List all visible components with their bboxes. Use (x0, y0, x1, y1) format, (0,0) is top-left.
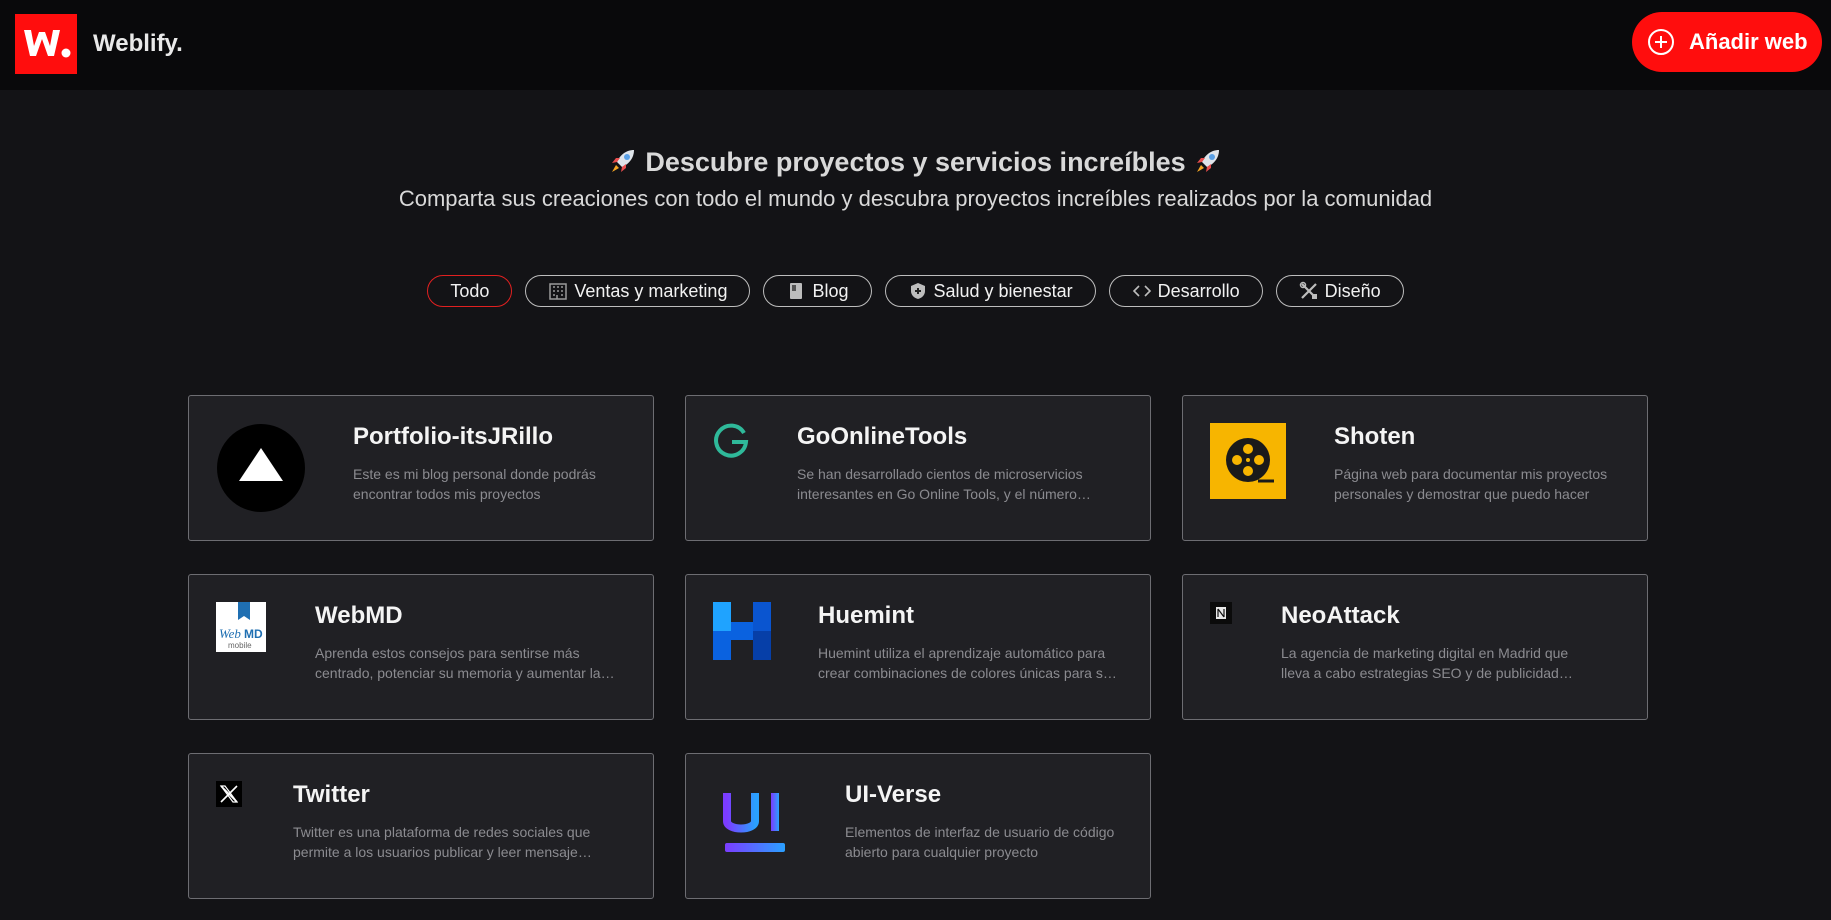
huemint-logo-icon (713, 602, 771, 665)
card-title: GoOnlineTools (797, 423, 968, 450)
film-reel-logo-icon (1210, 423, 1286, 504)
x-logo-icon (216, 781, 242, 812)
code-icon (1132, 285, 1151, 297)
neoattack-logo-icon (1210, 602, 1232, 629)
goonlinetools-logo-icon (713, 423, 751, 466)
card-title: WebMD (315, 602, 403, 629)
hero-title-text: Descubre proyectos y servicios increíble… (645, 147, 1186, 177)
add-web-button[interactable]: Añadir web (1632, 12, 1822, 72)
filter-ventas-marketing[interactable]: Ventas y marketing (525, 275, 751, 307)
project-card-shoten[interactable]: Shoten Página web para documentar mis pr… (1182, 395, 1648, 541)
category-filters: Todo Ventas y marketing Blog Salud y bie… (0, 275, 1831, 307)
filter-label: Todo (450, 280, 490, 301)
shield-plus-icon (910, 283, 925, 299)
building-icon (549, 283, 568, 300)
card-description: Este es mi blog personal donde podrás en… (353, 466, 596, 502)
top-header: Weblify. Añadir web (0, 0, 1831, 90)
card-title: Twitter (293, 781, 370, 808)
project-card-ui-verse[interactable]: UI-Verse Elementos de interfaz de usuari… (685, 753, 1151, 899)
add-web-label: Añadir web (1689, 29, 1808, 54)
uiverse-logo-icon (723, 791, 787, 860)
card-title: Shoten (1334, 423, 1416, 450)
card-title: UI-Verse (845, 781, 942, 808)
filter-todo[interactable]: Todo (427, 275, 513, 307)
weblify-logo-mark (24, 30, 71, 58)
filter-label: Salud y bienestar (933, 280, 1073, 301)
weblify-logo[interactable] (15, 14, 77, 74)
svg-text:mobile: mobile (228, 641, 252, 650)
filter-label: Ventas y marketing (574, 280, 728, 301)
project-card-neoattack[interactable]: NeoAttack La agencia de marketing digita… (1182, 574, 1648, 720)
filter-label: Desarrollo (1157, 280, 1240, 301)
filter-label: Diseño (1324, 280, 1381, 301)
rocket-icon (1197, 150, 1220, 172)
card-title: Portfolio-itsJRillo (353, 423, 553, 450)
card-description: Aprenda estos consejos para sentirse más… (315, 645, 601, 681)
card-description: Página web para documentar mis proyectos… (1334, 466, 1608, 502)
plus-circle-icon (1648, 29, 1674, 55)
brand-name[interactable]: Weblify. (93, 30, 183, 58)
filter-salud-bienestar[interactable]: Salud y bienestar (884, 275, 1096, 307)
project-card-webmd[interactable]: Web MD mobile WebMD Aprenda estos consej… (188, 574, 654, 720)
project-card-goonlinetools[interactable]: GoOnlineTools Se han desarrollado ciento… (685, 395, 1151, 541)
project-card-huemint[interactable]: Huemint Huemint utiliza el aprendizaje a… (685, 574, 1151, 720)
svg-text:MD: MD (244, 627, 263, 641)
card-description: Huemint utiliza el aprendizaje automátic… (818, 645, 1111, 681)
hero-title: Descubre proyectos y servicios increíble… (0, 146, 1831, 178)
book-icon (790, 283, 803, 299)
card-title: NeoAttack (1281, 602, 1400, 629)
hero-subtitle: Comparta sus creaciones con todo el mund… (398, 186, 1433, 211)
project-card-portfolio-itsjrillo[interactable]: Portfolio-itsJRillo Este es mi blog pers… (188, 395, 654, 541)
svg-text:Web: Web (219, 626, 241, 641)
card-title: Huemint (818, 602, 914, 629)
filter-diseno[interactable]: Diseño (1275, 275, 1404, 307)
card-description: Elementos de interfaz de usuario de códi… (845, 824, 1115, 860)
project-card-twitter[interactable]: Twitter Twitter es una plataforma de red… (188, 753, 654, 899)
triangle-logo-icon (216, 423, 306, 518)
filter-label: Blog (812, 280, 849, 301)
rocket-icon (611, 150, 634, 172)
card-description: Twitter es una plataforma de redes socia… (293, 824, 591, 860)
filter-blog[interactable]: Blog (763, 275, 872, 307)
filter-desarrollo[interactable]: Desarrollo (1108, 275, 1263, 307)
tools-icon (1299, 281, 1317, 299)
webmd-logo-icon: Web MD mobile (216, 602, 266, 657)
card-description: Se han desarrollado cientos de microserv… (797, 466, 1083, 502)
card-description: La agencia de marketing digital en Madri… (1281, 645, 1569, 681)
